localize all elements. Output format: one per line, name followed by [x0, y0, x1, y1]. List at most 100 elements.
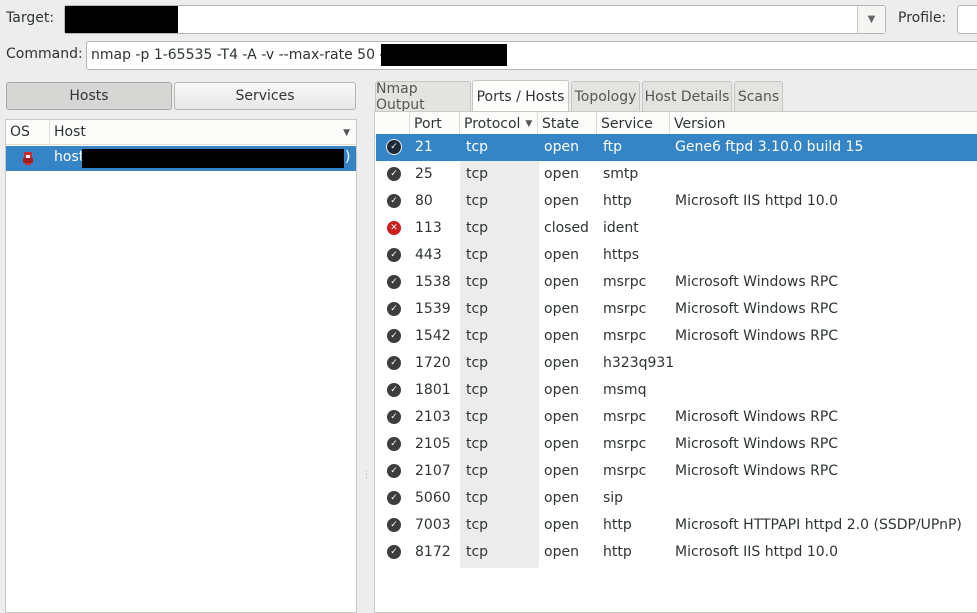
table-row[interactable]: ✓ 8172 tcp open http Microsoft IIS httpd 10.0: [376, 539, 977, 566]
chevron-down-icon[interactable]: ▼: [857, 6, 885, 33]
target-combobox[interactable]: ▼: [64, 5, 886, 34]
cell-service: http: [603, 544, 632, 560]
command-redacted: [381, 44, 507, 66]
cell-protocol: tcp: [466, 247, 489, 263]
open-port-icon: ✓: [387, 383, 401, 397]
cell-service: msrpc: [603, 274, 647, 290]
tab-nmap-output[interactable]: Nmap Output: [375, 81, 471, 113]
table-row[interactable]: ✓ 7003 tcp open http Microsoft HTTPAPI httpd …: [376, 512, 977, 539]
cell-protocol: tcp: [466, 382, 489, 398]
cell-protocol: tcp: [466, 355, 489, 371]
tab-host-details[interactable]: Host Details: [642, 81, 732, 111]
cell-service: h323q931: [603, 355, 675, 371]
cell-protocol: tcp: [466, 517, 489, 533]
host-row[interactable]: host ): [6, 146, 356, 171]
open-port-icon: ✓: [387, 464, 401, 478]
cell-state: open: [544, 274, 579, 290]
cell-state: open: [544, 409, 579, 425]
col-os-label: OS: [10, 124, 30, 140]
cell-version: Microsoft Windows RPC: [675, 409, 839, 425]
cell-service: msrpc: [603, 436, 647, 452]
host-row-prefix: host: [54, 149, 85, 165]
cell-port: 2103: [415, 409, 451, 425]
cell-state: closed: [544, 220, 589, 236]
cell-port: 1801: [415, 382, 451, 398]
cell-version: Microsoft Windows RPC: [675, 301, 839, 317]
table-row[interactable]: ✓ 21 tcp open ftp Gene6 ftpd 3.10.0 build 15: [376, 134, 977, 161]
cell-state: open: [544, 301, 579, 317]
open-port-icon: ✓: [387, 140, 401, 154]
target-label: Target:: [6, 10, 55, 26]
cell-port: 5060: [415, 490, 451, 506]
cell-state: open: [544, 436, 579, 452]
table-row[interactable]: ✓ 443 tcp open https: [376, 242, 977, 269]
open-port-icon: ✓: [387, 356, 401, 370]
cell-version: Microsoft Windows RPC: [675, 274, 839, 290]
table-row[interactable]: ✓ 2105 tcp open msrpc Microsoft Windows RPC: [376, 431, 977, 458]
hosts-list-panel[interactable]: OS Host ▼ host ): [5, 119, 357, 613]
cell-state: open: [544, 247, 579, 263]
cell-state: open: [544, 139, 579, 155]
open-port-icon: ✓: [387, 545, 401, 559]
target-value-redacted: [65, 6, 178, 33]
table-row[interactable]: ✕ 113 tcp closed ident: [376, 215, 977, 242]
table-row[interactable]: ✓ 1720 tcp open h323q931: [376, 350, 977, 377]
table-row[interactable]: ✓ 1801 tcp open msmq: [376, 377, 977, 404]
table-row[interactable]: ✓ 80 tcp open http Microsoft IIS httpd 10.0: [376, 188, 977, 215]
col-os-header[interactable]: OS: [6, 120, 50, 145]
services-button[interactable]: Services: [174, 82, 356, 110]
cell-state: open: [544, 517, 579, 533]
cell-state: open: [544, 166, 579, 182]
cell-version: Gene6 ftpd 3.10.0 build 15: [675, 139, 864, 155]
sort-arrow-icon: ▼: [525, 119, 533, 129]
col-protocol-label: Protocol: [464, 116, 521, 132]
open-port-icon: ✓: [387, 518, 401, 532]
tab-scans[interactable]: Scans: [734, 81, 783, 111]
table-row[interactable]: ✓ 2103 tcp open msrpc Microsoft Windows RPC: [376, 404, 977, 431]
cell-service: ident: [603, 220, 639, 236]
cell-port: 80: [415, 193, 433, 209]
cell-state: open: [544, 490, 579, 506]
table-row[interactable]: ✓ 1539 tcp open msrpc Microsoft Windows RPC: [376, 296, 977, 323]
cell-service: msrpc: [603, 301, 647, 317]
table-row[interactable]: ✓ 1538 tcp open msrpc Microsoft Windows RPC: [376, 269, 977, 296]
cell-version: Microsoft IIS httpd 10.0: [675, 544, 839, 560]
cell-protocol: tcp: [466, 166, 489, 182]
cell-port: 25: [415, 166, 433, 182]
cell-service: msmq: [603, 382, 647, 398]
cell-service: http: [603, 517, 632, 533]
cell-port: 21: [415, 139, 433, 155]
cell-protocol: tcp: [466, 544, 489, 560]
table-row[interactable]: ✓ 5060 tcp open sip: [376, 485, 977, 512]
pane-splitter[interactable]: ⋮: [362, 471, 371, 480]
cell-version: Microsoft HTTPAPI httpd 2.0 (SSDP/UPnP): [675, 517, 962, 533]
table-row[interactable]: ✓ 25 tcp open smtp: [376, 161, 977, 188]
tab-ports-hosts[interactable]: Ports / Hosts: [472, 80, 569, 112]
cell-state: open: [544, 193, 579, 209]
cell-service: msrpc: [603, 463, 647, 479]
sort-arrow-icon: ▼: [343, 128, 350, 138]
open-port-icon: ✓: [387, 167, 401, 181]
hosts-button[interactable]: Hosts: [6, 82, 172, 110]
col-host-header[interactable]: Host ▼: [50, 120, 356, 145]
col-port-label: Port: [414, 116, 442, 132]
profile-combobox[interactable]: [957, 5, 977, 34]
cell-port: 113: [415, 220, 442, 236]
cell-protocol: tcp: [466, 301, 489, 317]
cell-version: Microsoft IIS httpd 10.0: [675, 193, 839, 209]
cell-state: open: [544, 463, 579, 479]
cell-service: http: [603, 193, 632, 209]
table-row[interactable]: ✓ 1542 tcp open msrpc Microsoft Windows RPC: [376, 323, 977, 350]
table-row[interactable]: ✓ 2107 tcp open msrpc Microsoft Windows RPC: [376, 458, 977, 485]
cell-protocol: tcp: [466, 436, 489, 452]
tab-topology[interactable]: Topology: [571, 81, 640, 111]
open-port-icon: ✓: [387, 275, 401, 289]
open-port-icon: ✓: [387, 302, 401, 316]
profile-label: Profile:: [898, 10, 947, 26]
open-port-icon: ✓: [387, 329, 401, 343]
open-port-icon: ✓: [387, 248, 401, 262]
command-input[interactable]: nmap -p 1-65535 -T4 -A -v --max-rate 50 …: [86, 41, 977, 70]
col-state-label: State: [542, 116, 580, 132]
cell-port: 2107: [415, 463, 451, 479]
cell-port: 8172: [415, 544, 451, 560]
